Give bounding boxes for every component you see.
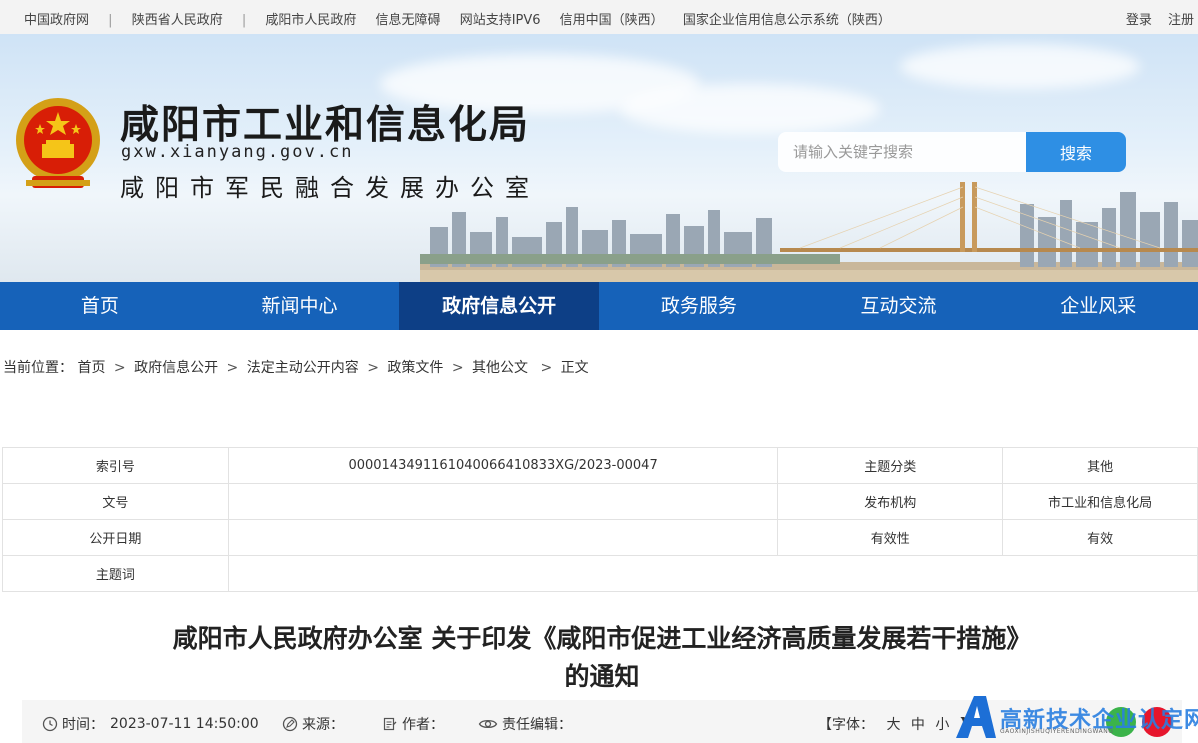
article-title: 咸阳市人民政府办公室 关于印发《咸阳市促进工业经济高质量发展若干措施》 的通知 bbox=[40, 620, 1164, 696]
breadcrumb-current: 正文 bbox=[560, 360, 589, 376]
separator: | bbox=[241, 13, 247, 28]
org-label: 发布机构 bbox=[777, 483, 1004, 520]
keywords-label: 主题词 bbox=[2, 555, 229, 592]
external-links: 中国政府网 | 陕西省人民政府 | 咸阳市人民政府 信息无障碍 网站支持IPV6… bbox=[24, 9, 906, 28]
editor-label: 责任编辑： bbox=[502, 717, 572, 733]
search-button[interactable]: 搜索 bbox=[1026, 132, 1126, 172]
meta-author: 作者： bbox=[382, 714, 444, 734]
auth-links: 登录 注册 bbox=[1114, 9, 1194, 28]
date-value bbox=[227, 519, 779, 556]
pen-circle-icon bbox=[282, 716, 298, 732]
document-info-table: 索引号 0000143491161040066410833XG/2023-000… bbox=[2, 447, 1198, 592]
font-small-button[interactable]: 小 bbox=[935, 717, 949, 733]
keywords-value bbox=[227, 555, 1198, 592]
link-enterprise-credit[interactable]: 国家企业信用信息公示系统（陕西） bbox=[683, 13, 891, 28]
separator: | bbox=[108, 13, 113, 28]
docno-value bbox=[227, 483, 779, 520]
header-banner: 咸阳市工业和信息化局 gxw.xianyang.gov.cn 咸阳市军民融合发展… bbox=[0, 34, 1198, 282]
link-shaanxi-gov[interactable]: 陕西省人民政府 bbox=[132, 13, 223, 28]
breadcrumb: 当前位置： 首页 > 政府信息公开 > 法定主动公开内容 > 政策文件 > 其他… bbox=[3, 357, 593, 377]
validity-value: 有效 bbox=[1002, 519, 1198, 556]
site-domain: gxw.xianyang.gov.cn bbox=[121, 142, 354, 162]
meta-editor: 责任编辑： bbox=[478, 714, 572, 734]
author-label: 作者： bbox=[402, 717, 444, 733]
breadcrumb-separator: > bbox=[540, 360, 553, 376]
breadcrumb-separator: > bbox=[226, 360, 239, 376]
index-label: 索引号 bbox=[2, 447, 229, 484]
meta-time: 时间： 2023-07-11 14:50:00 bbox=[42, 714, 259, 734]
edit-document-icon bbox=[383, 717, 397, 731]
table-row: 公开日期 有效性 有效 bbox=[2, 519, 1198, 556]
validity-label: 有效性 bbox=[777, 519, 1004, 556]
main-nav: 首页 新闻中心 政府信息公开 政务服务 互动交流 企业风采 bbox=[0, 282, 1198, 330]
national-emblem-icon bbox=[16, 98, 100, 188]
cloud bbox=[620, 84, 880, 134]
breadcrumb-separator: > bbox=[451, 360, 464, 376]
nav-item-enterprises[interactable]: 企业风采 bbox=[998, 282, 1198, 330]
link-accessibility[interactable]: 信息无障碍 bbox=[376, 13, 441, 28]
register-link[interactable]: 注册 bbox=[1168, 13, 1194, 28]
breadcrumb-separator: > bbox=[113, 360, 126, 376]
index-value: 0000143491161040066410833XG/2023-00047 bbox=[227, 447, 779, 484]
watermark-subtext: GAOXINJISHUQIYERENDINGWANG bbox=[1000, 728, 1114, 735]
nav-item-services[interactable]: 政务服务 bbox=[599, 282, 799, 330]
cloud bbox=[900, 44, 1140, 89]
article-title-line1: 咸阳市人民政府办公室 关于印发《咸阳市促进工业经济高质量发展若干措施》 bbox=[172, 624, 1032, 653]
time-label: 时间： bbox=[62, 717, 104, 733]
breadcrumb-gov-info[interactable]: 政府信息公开 bbox=[134, 360, 218, 376]
breadcrumb-separator: > bbox=[367, 360, 379, 376]
table-row: 文号 发布机构 市工业和信息化局 bbox=[2, 483, 1198, 520]
time-value: 2023-07-11 14:50:00 bbox=[110, 716, 259, 732]
breadcrumb-other[interactable]: 其他公文 bbox=[472, 360, 528, 376]
link-ipv6[interactable]: 网站支持IPV6 bbox=[460, 13, 541, 28]
font-medium-button[interactable]: 中 bbox=[911, 717, 925, 733]
link-credit-china[interactable]: 信用中国（陕西） bbox=[560, 13, 664, 28]
search-box: 搜索 bbox=[778, 132, 1126, 172]
breadcrumb-statutory[interactable]: 法定主动公开内容 bbox=[247, 360, 359, 376]
nav-item-interaction[interactable]: 互动交流 bbox=[799, 282, 999, 330]
breadcrumb-prefix: 当前位置： bbox=[3, 360, 73, 376]
date-label: 公开日期 bbox=[2, 519, 229, 556]
link-gov-cn[interactable]: 中国政府网 bbox=[24, 13, 89, 28]
nav-item-gov-info[interactable]: 政府信息公开 bbox=[399, 282, 600, 330]
site-subtitle: 咸阳市军民融合发展办公室 bbox=[120, 174, 540, 202]
clock-icon bbox=[42, 716, 58, 732]
nav-item-home[interactable]: 首页 bbox=[0, 282, 200, 330]
table-row: 索引号 0000143491161040066410833XG/2023-000… bbox=[2, 447, 1198, 484]
docno-label: 文号 bbox=[2, 483, 229, 520]
source-label: 来源： bbox=[302, 717, 344, 733]
meta-source: 来源： bbox=[282, 714, 344, 734]
search-input[interactable] bbox=[778, 132, 1028, 172]
topic-value: 其他 bbox=[1002, 447, 1198, 484]
link-xianyang-gov[interactable]: 咸阳市人民政府 bbox=[265, 13, 356, 28]
topic-label: 主题分类 bbox=[777, 447, 1004, 484]
eye-icon bbox=[478, 719, 498, 729]
nav-item-news[interactable]: 新闻中心 bbox=[200, 282, 400, 330]
breadcrumb-home[interactable]: 首页 bbox=[77, 360, 105, 376]
font-label: 【字体： bbox=[818, 717, 874, 733]
login-link[interactable]: 登录 bbox=[1126, 13, 1152, 28]
top-utility-bar: 中国政府网 | 陕西省人民政府 | 咸阳市人民政府 信息无障碍 网站支持IPV6… bbox=[0, 0, 1198, 34]
org-value: 市工业和信息化局 bbox=[1002, 483, 1198, 520]
breadcrumb-policy[interactable]: 政策文件 bbox=[387, 360, 443, 376]
font-large-button[interactable]: 大 bbox=[886, 717, 900, 733]
table-row: 主题词 bbox=[2, 555, 1198, 592]
